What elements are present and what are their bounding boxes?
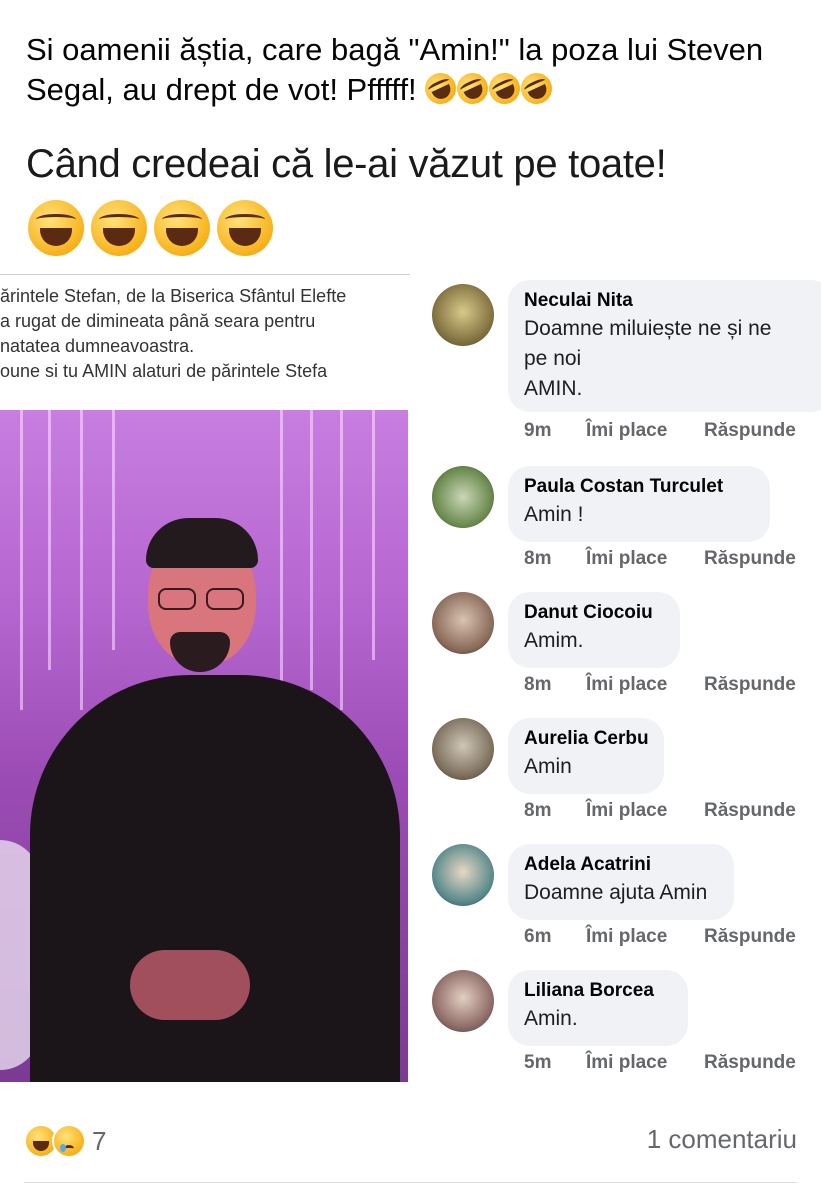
comment-item: Liliana Borcea Amin. 5m Îmi place Răspunde bbox=[430, 970, 821, 1080]
comment-actions: 8m Îmi place Răspunde bbox=[524, 674, 796, 696]
comment-bubble: Danut Ciocoiu Amim. bbox=[508, 592, 680, 668]
like-link[interactable]: Îmi place bbox=[586, 420, 704, 442]
comment-bubble: Adela Acatrini Doamne ajuta Amin bbox=[508, 844, 734, 920]
embedded-line: oune si tu AMIN alaturi de părintele Ste… bbox=[0, 361, 328, 381]
comment-bubble: Aurelia Cerbu Amin bbox=[508, 718, 664, 794]
comment-text: Amin bbox=[524, 755, 572, 778]
commenter-name[interactable]: Danut Ciocoiu bbox=[524, 600, 664, 626]
comment-item: Paula Costan Turculet Amin ! 8m Îmi place… bbox=[430, 466, 821, 576]
embedded-line: ărintele Stefan, de la Biserica Sfântul … bbox=[0, 286, 347, 306]
comment-bubble: Neculai Nita Doamne miluiește ne și ne p… bbox=[508, 280, 821, 412]
comment-text: Amim. bbox=[524, 629, 584, 652]
embedded-line: natatea dumneavoastra. bbox=[0, 336, 195, 356]
comment-item: Neculai Nita Doamne miluiește ne și ne p… bbox=[430, 280, 821, 450]
comment-actions: 6m Îmi place Răspunde bbox=[524, 926, 796, 948]
tears-of-joy-icon bbox=[91, 200, 147, 256]
caption-text: Si oamenii ăștia, care bagă "Amin!" la p… bbox=[26, 32, 764, 107]
tears-of-joy-icon bbox=[217, 200, 273, 256]
embedded-line: a rugat de dimineata până seara pentru bbox=[0, 311, 316, 331]
comment-time: 9m bbox=[524, 420, 552, 441]
avatar[interactable] bbox=[432, 844, 494, 906]
divider bbox=[24, 1182, 797, 1183]
rolling-laughing-icon bbox=[452, 67, 494, 110]
commenter-name[interactable]: Paula Costan Turculet bbox=[524, 474, 754, 500]
shared-screenshot[interactable]: ărintele Stefan, de la Biserica Sfântul … bbox=[0, 262, 821, 1092]
tears-of-joy-icon bbox=[28, 200, 84, 256]
comment-text: Doamne ajuta Amin bbox=[524, 881, 708, 904]
comment-text: Amin ! bbox=[524, 503, 584, 526]
reaction-summary[interactable]: 7 bbox=[24, 1124, 106, 1158]
image-headline: Când credeai că le-ai văzut pe toate! bbox=[26, 142, 667, 186]
headline-emoji-row bbox=[28, 200, 274, 256]
embedded-post-text: ărintele Stefan, de la Biserica Sfântul … bbox=[0, 284, 410, 384]
rolling-laughing-icon bbox=[516, 67, 558, 110]
comment-bubble: Liliana Borcea Amin. bbox=[508, 970, 688, 1046]
reply-link[interactable]: Răspunde bbox=[704, 1052, 796, 1074]
comment-item: Danut Ciocoiu Amim. 8m Îmi place Răspunde bbox=[430, 592, 821, 702]
reply-link[interactable]: Răspunde bbox=[704, 548, 796, 570]
comment-actions: 9m Îmi place Răspunde bbox=[524, 420, 796, 442]
comment-text: Doamne miluiește ne și ne pe noi AMIN. bbox=[524, 317, 772, 400]
commenter-name[interactable]: Neculai Nita bbox=[524, 288, 817, 314]
commenter-name[interactable]: Liliana Borcea bbox=[524, 978, 672, 1004]
comment-actions: 5m Îmi place Răspunde bbox=[524, 1052, 796, 1074]
like-link[interactable]: Îmi place bbox=[586, 800, 704, 822]
like-link[interactable]: Îmi place bbox=[586, 548, 704, 570]
reply-link[interactable]: Răspunde bbox=[704, 674, 796, 696]
avatar[interactable] bbox=[432, 592, 494, 654]
comment-bubble: Paula Costan Turculet Amin ! bbox=[508, 466, 770, 542]
figure-robe bbox=[30, 675, 400, 1082]
reaction-count: 7 bbox=[92, 1125, 107, 1156]
embedded-post: ărintele Stefan, de la Biserica Sfântul … bbox=[0, 262, 410, 1092]
like-link[interactable]: Îmi place bbox=[586, 1052, 704, 1074]
comment-text: Amin. bbox=[524, 1007, 578, 1030]
sad-icon bbox=[52, 1124, 86, 1158]
comment-actions: 8m Îmi place Răspunde bbox=[524, 800, 796, 822]
reply-link[interactable]: Răspunde bbox=[704, 420, 796, 442]
commenter-name[interactable]: Adela Acatrini bbox=[524, 852, 718, 878]
comment-count-link[interactable]: 1 comentariu bbox=[647, 1124, 797, 1155]
comment-time: 8m bbox=[524, 800, 552, 821]
avatar[interactable] bbox=[432, 284, 494, 346]
rolling-laughing-icon bbox=[420, 67, 462, 110]
comment-time: 6m bbox=[524, 926, 552, 947]
caption-emoji-row bbox=[420, 67, 558, 114]
comment-item: Adela Acatrini Doamne ajuta Amin 6m Îmi p… bbox=[430, 844, 821, 954]
comment-time: 5m bbox=[524, 1052, 552, 1073]
divider bbox=[0, 274, 410, 275]
avatar[interactable] bbox=[432, 970, 494, 1032]
comment-time: 8m bbox=[524, 548, 552, 569]
rolling-laughing-icon bbox=[484, 67, 526, 110]
comment-item: Aurelia Cerbu Amin 8m Îmi place Răspunde bbox=[430, 718, 821, 828]
comment-actions: 8m Îmi place Răspunde bbox=[524, 548, 796, 570]
tears-of-joy-icon bbox=[154, 200, 210, 256]
like-link[interactable]: Îmi place bbox=[586, 926, 704, 948]
like-link[interactable]: Îmi place bbox=[586, 674, 704, 696]
avatar[interactable] bbox=[432, 466, 494, 528]
reply-link[interactable]: Răspunde bbox=[704, 926, 796, 948]
post-photo bbox=[0, 410, 408, 1082]
comment-list: Neculai Nita Doamne miluiește ne și ne p… bbox=[430, 262, 821, 1092]
reply-link[interactable]: Răspunde bbox=[704, 800, 796, 822]
comment-time: 8m bbox=[524, 674, 552, 695]
post-caption: Si oamenii ăștia, care bagă "Amin!" la p… bbox=[26, 30, 806, 114]
commenter-name[interactable]: Aurelia Cerbu bbox=[524, 726, 649, 752]
avatar[interactable] bbox=[432, 718, 494, 780]
